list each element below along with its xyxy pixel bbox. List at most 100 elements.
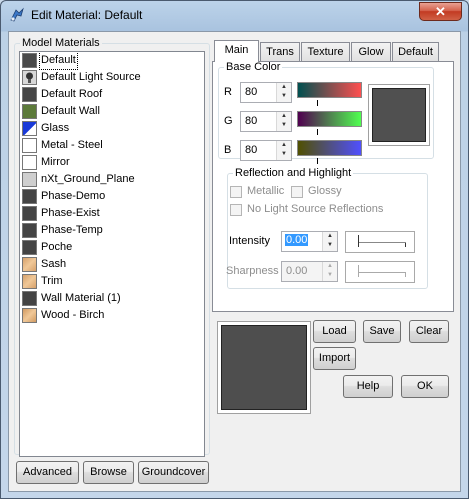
browse-button[interactable]: Browse [83, 461, 134, 484]
list-item-label: Trim [41, 275, 63, 287]
model-materials-legend: Model Materials [22, 37, 100, 49]
help-button[interactable]: Help [343, 375, 393, 398]
list-item[interactable]: Default Light Source [20, 69, 204, 86]
glossy-label: Glossy [308, 185, 342, 197]
tab-default[interactable]: Default [392, 42, 439, 62]
tab-glow[interactable]: Glow [351, 42, 391, 62]
green-value: 80 [245, 115, 258, 127]
list-item[interactable]: Phase-Temp [20, 222, 204, 239]
dialog-client: Model Materials Default Default Light Sou… [8, 31, 461, 492]
material-swatch [22, 172, 37, 187]
list-item[interactable]: Poche [20, 239, 204, 256]
intensity-value[interactable]: 0.00 [285, 234, 309, 246]
list-item-label: Glass [41, 122, 70, 134]
list-item[interactable]: Phase-Exist [20, 205, 204, 222]
material-swatch [22, 138, 37, 153]
import-button[interactable]: Import [313, 347, 356, 370]
red-gradient-slider[interactable] [297, 82, 362, 98]
tab-main[interactable]: Main [214, 40, 259, 62]
glossy-checkbox[interactable] [291, 186, 303, 198]
list-item[interactable]: Wall Material (1) [20, 290, 204, 307]
list-item[interactable]: Glass [20, 120, 204, 137]
green-spinbox[interactable]: 80 ▲ ▼ [240, 111, 292, 132]
green-spin-arrows-icon[interactable]: ▲ ▼ [276, 112, 291, 131]
list-item[interactable]: Metal - Steel [20, 137, 204, 154]
metallic-label: Metallic [247, 185, 285, 197]
intensity-slider-endtick [405, 243, 406, 247]
list-item-label: Mirror [41, 156, 70, 168]
edit-material-window: Edit Material: Default ✕ Model Materials… [0, 0, 469, 499]
texture-icon [22, 257, 37, 272]
blue-spin-arrows-icon[interactable]: ▲ ▼ [276, 141, 291, 160]
window-title: Edit Material: Default [31, 8, 143, 22]
clear-button[interactable]: Clear [409, 320, 449, 343]
metallic-checkbox[interactable] [230, 186, 242, 198]
list-item[interactable]: Sash [20, 256, 204, 273]
red-value: 80 [245, 86, 258, 98]
base-color-legend: Base Color [226, 61, 281, 73]
list-item[interactable]: nXt_Ground_Plane [20, 171, 204, 188]
intensity-spin-arrows-icon[interactable]: ▲ ▼ [322, 232, 337, 251]
sharpness-label: Sharpness [226, 265, 279, 277]
material-swatch [22, 206, 37, 221]
tab-trans[interactable]: Trans [260, 42, 300, 62]
sharpness-spinbox[interactable]: 0.00 ▲ ▼ [281, 261, 338, 282]
list-item-label: Metal - Steel [41, 139, 103, 151]
list-item-label: nXt_Ground_Plane [41, 173, 135, 185]
list-item-label: Phase-Temp [41, 224, 103, 236]
base-color-swatch[interactable] [372, 88, 426, 142]
red-spinbox[interactable]: 80 ▲ ▼ [240, 82, 292, 103]
no-light-reflections-checkbox[interactable] [230, 204, 242, 216]
list-item-label: Default Roof [41, 88, 103, 100]
sharpness-value: 0.00 [286, 265, 308, 277]
close-button[interactable]: ✕ [419, 2, 462, 21]
title-bar[interactable]: Edit Material: Default ✕ [1, 1, 468, 30]
list-item-label: Phase-Exist [41, 207, 100, 219]
material-swatch [22, 223, 37, 238]
sharpness-slider-endtick [405, 273, 406, 277]
load-button[interactable]: Load [313, 320, 356, 343]
list-item-label: Phase-Demo [41, 190, 106, 202]
sharpness-slider-thumb[interactable] [358, 265, 359, 277]
list-item-label: Default Light Source [41, 71, 141, 83]
intensity-label: Intensity [229, 235, 270, 247]
materials-list[interactable]: Default Default Light Source Default Roof D… [19, 51, 205, 457]
reflection-group: Reflection and Highlight Metallic Glossy… [226, 167, 428, 289]
blue-label: B [224, 144, 232, 156]
list-item[interactable]: Mirror [20, 154, 204, 171]
material-preview-frame [217, 321, 311, 414]
material-swatch [22, 87, 37, 102]
blue-gradient-slider[interactable] [297, 140, 362, 156]
sharpness-slider[interactable] [345, 261, 415, 283]
sharpness-spin-arrows-icon[interactable]: ▲ ▼ [322, 262, 337, 281]
list-item[interactable]: Wood - Birch [20, 307, 204, 324]
list-item[interactable]: Phase-Demo [20, 188, 204, 205]
texture-icon [22, 308, 37, 323]
material-swatch [22, 104, 37, 119]
list-item[interactable]: Default Roof [20, 86, 204, 103]
red-spin-arrows-icon[interactable]: ▲ ▼ [276, 83, 291, 102]
list-item-label: Poche [41, 241, 73, 253]
ok-button[interactable]: OK [401, 375, 449, 398]
blue-slider-marker [317, 158, 318, 164]
green-gradient-slider[interactable] [297, 111, 362, 127]
red-label: R [224, 86, 232, 98]
material-swatch [22, 291, 37, 306]
reflection-legend: Reflection and Highlight [235, 167, 352, 179]
list-item-label: Default [39, 52, 78, 70]
list-item[interactable]: Default Wall [20, 103, 204, 120]
groundcover-button[interactable]: Groundcover [138, 461, 209, 484]
blue-spinbox[interactable]: 80 ▲ ▼ [240, 140, 292, 161]
texture-icon [22, 274, 37, 289]
intensity-slider-thumb[interactable] [358, 235, 359, 247]
list-item[interactable]: Trim [20, 273, 204, 290]
tab-texture[interactable]: Texture [301, 42, 350, 62]
main-tab-panel: Base Color R 80 ▲ ▼ G 80 ▲ ▼ B 80 ▲ ▼ Re… [212, 61, 454, 312]
red-slider-marker [317, 100, 318, 106]
intensity-slider[interactable] [345, 231, 415, 253]
list-item-label: Default Wall [41, 105, 100, 117]
advanced-button[interactable]: Advanced [16, 461, 79, 484]
intensity-spinbox[interactable]: 0.00 ▲ ▼ [281, 231, 338, 252]
list-item[interactable]: Default [20, 52, 204, 70]
save-button[interactable]: Save [363, 320, 401, 343]
